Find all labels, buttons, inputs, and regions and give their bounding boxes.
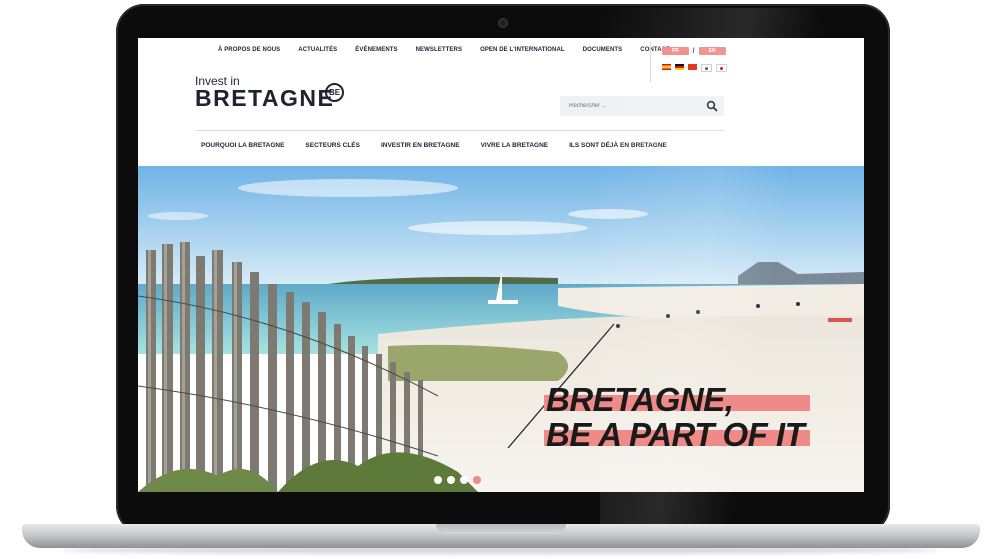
spain-flag-icon[interactable] bbox=[662, 64, 671, 70]
slide-dot-4[interactable] bbox=[473, 476, 481, 484]
language-separator: / bbox=[692, 47, 695, 55]
main-nav-live[interactable]: VIVRE LA BRETAGNE bbox=[481, 142, 549, 149]
main-navigation: POURQUOI LA BRETAGNE SECTEURS CLÉS INVES… bbox=[201, 142, 667, 149]
top-nav-open-international[interactable]: OPEN DE L'INTERNATIONAL bbox=[480, 47, 565, 53]
top-nav-newsletters[interactable]: NEWSLETTERS bbox=[416, 47, 462, 53]
search-icon[interactable] bbox=[706, 100, 718, 112]
slide-dot-3[interactable] bbox=[460, 476, 468, 484]
header-rule bbox=[195, 130, 724, 131]
laptop-notch bbox=[436, 524, 566, 534]
main-nav-invest[interactable]: INVESTIR EN BRETAGNE bbox=[381, 142, 460, 149]
main-nav-key-sectors[interactable]: SECTEURS CLÉS bbox=[305, 142, 360, 149]
camera-icon bbox=[498, 18, 508, 28]
germany-flag-icon[interactable] bbox=[675, 64, 684, 70]
site-logo[interactable]: Invest in BRETAGNE BE bbox=[195, 75, 344, 111]
hero-banner: BRETAGNE, BE A PART OF IT bbox=[138, 166, 864, 492]
search-input[interactable] bbox=[560, 96, 709, 116]
main-nav-why-brittany[interactable]: POURQUOI LA BRETAGNE bbox=[201, 142, 284, 149]
language-en-button[interactable]: EN bbox=[698, 47, 726, 55]
hero-headline-line-1: BRETAGNE, bbox=[543, 382, 811, 417]
korea-flag-icon[interactable] bbox=[701, 64, 712, 72]
header-divider bbox=[650, 42, 651, 82]
language-flags bbox=[662, 64, 727, 72]
top-navigation: À PROPOS DE NOUS ACTUALITÉS ÉVÉNEMENTS N… bbox=[218, 47, 670, 53]
language-switcher: FR / EN bbox=[662, 47, 726, 55]
hero-headline: BRETAGNE, BE A PART OF IT bbox=[543, 382, 811, 453]
hero-headline-line-2: BE A PART OF IT bbox=[543, 416, 811, 453]
japan-flag-icon[interactable] bbox=[716, 64, 727, 72]
slider-pagination bbox=[434, 476, 481, 484]
slide-dot-1[interactable] bbox=[434, 476, 442, 484]
search-box bbox=[560, 96, 724, 116]
top-nav-documents[interactable]: DOCUMENTS bbox=[583, 47, 623, 53]
slide-dot-2[interactable] bbox=[447, 476, 455, 484]
china-flag-icon[interactable] bbox=[688, 64, 697, 70]
logo-badge: BE bbox=[325, 83, 344, 102]
browser-screen: À PROPOS DE NOUS ACTUALITÉS ÉVÉNEMENTS N… bbox=[138, 38, 864, 492]
top-nav-about[interactable]: À PROPOS DE NOUS bbox=[218, 47, 280, 53]
main-nav-already-here[interactable]: ILS SONT DÉJÀ EN BRETAGNE bbox=[569, 142, 667, 149]
top-nav-events[interactable]: ÉVÉNEMENTS bbox=[355, 47, 397, 53]
top-nav-news[interactable]: ACTUALITÉS bbox=[298, 47, 337, 53]
logo-wordmark: BRETAGNE bbox=[195, 85, 335, 111]
language-fr-button[interactable]: FR bbox=[662, 47, 689, 55]
